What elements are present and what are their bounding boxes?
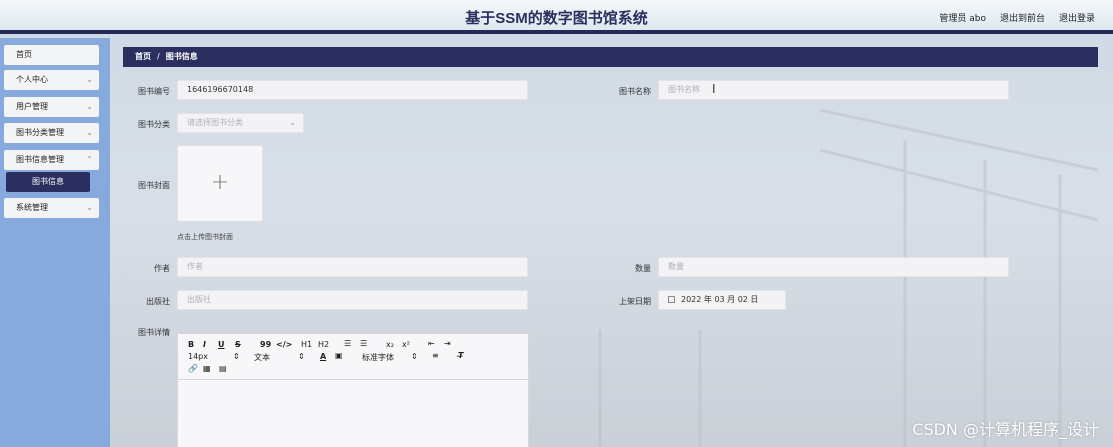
category-label: 图书分类 (138, 120, 170, 129)
clear-format-icon[interactable]: T̶ (458, 351, 463, 360)
link-icon[interactable]: 🔗 (188, 364, 198, 373)
ordered-list-icon[interactable]: ☰ (344, 339, 351, 348)
sidebar-subitem-book-info[interactable]: 图书信息 (6, 172, 90, 192)
breadcrumb-home[interactable]: 首页 (135, 52, 151, 61)
publisher-label: 出版社 (146, 297, 170, 306)
author-input[interactable]: 作者 (177, 257, 528, 277)
indent-increase-icon[interactable]: ⇥ (444, 339, 451, 348)
quantity-input[interactable]: 数量 (658, 257, 1009, 277)
calendar-icon (668, 296, 675, 303)
select-arrows-icon: ⇕ (233, 352, 240, 361)
cover-label: 图书封面 (138, 181, 170, 190)
video-icon[interactable]: ▤ (219, 364, 227, 373)
background-fence-image (598, 108, 1099, 447)
author-label: 作者 (154, 264, 170, 273)
editor-toolbar: B I U S 99 </> H1 H2 ☰ ☰ x₂ x² ⇤ ⇥ 14px … (178, 334, 528, 380)
publisher-input[interactable]: 出版社 (177, 290, 528, 310)
exit-to-front-link[interactable]: 退出到前台 (1000, 11, 1045, 24)
breadcrumb-separator: / (157, 52, 160, 61)
font-color-icon[interactable]: A (320, 352, 326, 361)
superscript-icon[interactable]: x² (402, 340, 410, 349)
sidebar-item-label: 个人中心 (16, 75, 48, 84)
cover-upload-box[interactable]: + (177, 145, 263, 222)
h1-button[interactable]: H1 (301, 340, 312, 349)
blockquote-button[interactable]: 99 (260, 340, 271, 349)
rich-text-editor[interactable]: B I U S 99 </> H1 H2 ☰ ☰ x₂ x² ⇤ ⇥ 14px … (177, 333, 529, 447)
select-arrows-icon: ⇕ (298, 352, 305, 361)
sidebar-item-label: 图书信息管理 (16, 155, 64, 164)
book-name-label: 图书名称 (619, 87, 651, 96)
book-no-input[interactable]: 1646196670148 (177, 80, 528, 100)
strike-button[interactable]: S (235, 340, 241, 349)
font-size-select[interactable]: 14px (188, 352, 208, 361)
breadcrumb: 首页 / 图书信息 (123, 47, 1098, 67)
plus-icon: + (210, 170, 230, 195)
csdn-watermark: CSDN @计算机程序_设计 (912, 420, 1099, 439)
text-type-select[interactable]: 文本 (254, 352, 270, 363)
sidebar-item-home[interactable]: 首页 (4, 45, 99, 65)
book-name-input[interactable]: 图书名称 (658, 80, 1009, 100)
sidebar: 首页 个人中心 ⌄ 用户管理 ⌄ 图书分类管理 ⌄ 图书信息管理 ⌃ 图书信息 … (0, 38, 110, 447)
sidebar-item-book-management[interactable]: 图书信息管理 ⌃ (4, 150, 99, 170)
chevron-down-icon: ⌄ (289, 118, 296, 127)
indent-decrease-icon[interactable]: ⇤ (428, 339, 435, 348)
chevron-down-icon: ⌄ (86, 128, 93, 137)
sidebar-item-label: 首页 (16, 50, 32, 59)
details-label: 图书详情 (138, 328, 170, 337)
subscript-icon[interactable]: x₂ (386, 340, 394, 349)
chevron-down-icon: ⌃ (86, 155, 93, 164)
sidebar-item-label: 用户管理 (16, 102, 48, 111)
sidebar-item-label: 图书分类管理 (16, 128, 64, 137)
shelf-date-value: 2022 年 03 月 02 日 (681, 295, 759, 304)
background-color-icon[interactable]: ▣ (335, 351, 343, 360)
category-select-placeholder: 请选择图书分类 (187, 118, 243, 127)
sidebar-item-category-management[interactable]: 图书分类管理 ⌄ (4, 123, 99, 143)
cover-upload-hint: 点击上传图书封面 (177, 233, 233, 241)
bullet-list-icon[interactable]: ☰ (360, 339, 367, 348)
logout-link[interactable]: 退出登录 (1059, 11, 1095, 24)
sidebar-item-label: 系统管理 (16, 203, 48, 212)
quantity-label: 数量 (635, 264, 651, 273)
chevron-down-icon: ⌄ (86, 102, 93, 111)
chevron-down-icon: ⌄ (86, 75, 93, 84)
h2-button[interactable]: H2 (318, 340, 329, 349)
image-icon[interactable]: ▦ (203, 364, 211, 373)
sidebar-item-user-management[interactable]: 用户管理 ⌄ (4, 97, 99, 117)
select-arrows-icon: ⇕ (411, 352, 418, 361)
sidebar-item-personal-center[interactable]: 个人中心 ⌄ (4, 70, 99, 90)
admin-user-label: 管理员 abo (939, 14, 986, 24)
font-family-select[interactable]: 标准字体 (362, 352, 394, 363)
shelf-date-picker[interactable]: 2022 年 03 月 02 日 (658, 290, 786, 310)
breadcrumb-current: 图书信息 (165, 52, 198, 61)
top-header: 基于SSM的数字图书馆系统 管理员 abo 退出到前台 退出登录 (0, 0, 1113, 34)
underline-button[interactable]: U (218, 340, 225, 349)
code-button[interactable]: </> (276, 340, 292, 349)
align-icon[interactable]: ≡ (432, 351, 439, 360)
text-cursor-icon: I (712, 82, 716, 96)
chevron-down-icon: ⌄ (86, 203, 93, 212)
shelf-date-label: 上架日期 (619, 297, 651, 306)
book-no-label: 图书编号 (138, 87, 170, 96)
category-select[interactable]: 请选择图书分类 ⌄ (177, 113, 304, 133)
bold-button[interactable]: B (188, 340, 194, 349)
italic-button[interactable]: I (203, 340, 206, 349)
sidebar-item-system-management[interactable]: 系统管理 ⌄ (4, 198, 99, 218)
